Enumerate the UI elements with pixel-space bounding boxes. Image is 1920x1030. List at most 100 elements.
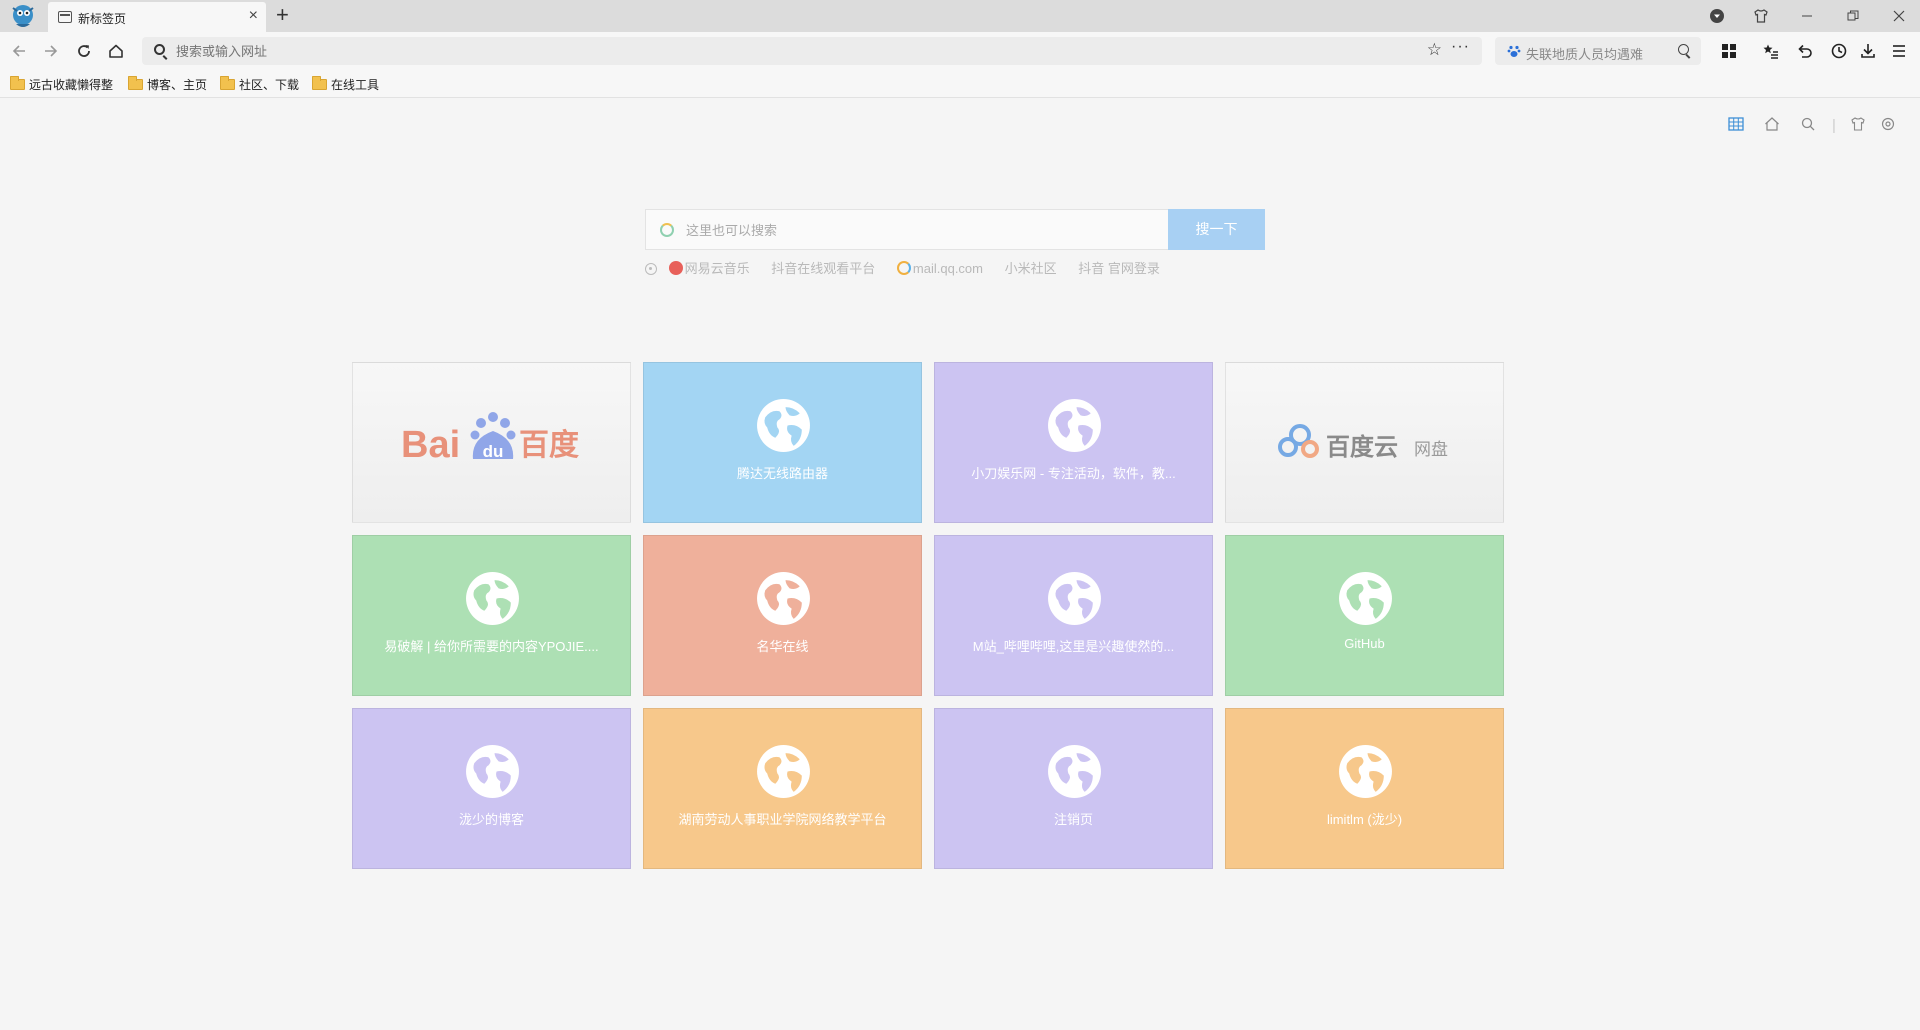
globe-icon	[757, 399, 810, 452]
hot-link[interactable]: 网易云音乐	[668, 261, 750, 276]
address-bar[interactable]: ☆ ···	[142, 37, 1482, 65]
bookmark-folder[interactable]: 社区、下载	[220, 76, 299, 94]
bookmark-folder[interactable]: 在线工具	[312, 76, 379, 94]
new-tab-button[interactable]: +	[276, 3, 289, 27]
apps-grid-icon[interactable]	[1716, 38, 1742, 64]
globe-icon	[466, 745, 519, 798]
speed-dial-tile[interactable]: 湖南劳动人事职业学院网络教学平台	[643, 708, 922, 869]
globe-icon	[466, 572, 519, 625]
more-options-icon[interactable]: ···	[1451, 38, 1470, 56]
tab-title: 新标签页	[78, 12, 127, 26]
tile-label: 湖南劳动人事职业学院网络教学平台	[678, 812, 887, 827]
hot-link[interactable]: 小米社区	[1005, 261, 1057, 276]
new-tab-page-icon	[58, 11, 72, 23]
search-button[interactable]: 搜一下	[1168, 209, 1265, 250]
speed-dial-tile[interactable]: limitlm (泷少)	[1225, 708, 1504, 869]
tile-label: 小刀娱乐网 - 专注活动，软件，教...	[971, 466, 1176, 481]
bookmark-star-icon[interactable]: ☆	[1427, 40, 1442, 60]
speed-dial-tile[interactable]: 泷少的博客	[352, 708, 631, 869]
speed-dial-tile-baidu[interactable]: Bai du 百度	[352, 362, 631, 523]
bookmark-folder-label: 社区、下载	[239, 78, 300, 92]
baiduyun-logo-cn: 百度云	[1326, 433, 1398, 461]
search-icon[interactable]	[1678, 44, 1689, 55]
speed-dial-tile[interactable]: 名华在线	[643, 535, 922, 696]
speed-dial-tile-baiduyun[interactable]: 百度云 网盘	[1225, 362, 1504, 523]
close-window-icon[interactable]	[1884, 4, 1914, 28]
search-engine-suggestion: 失联地质人员均遇难	[1526, 47, 1644, 62]
download-icon[interactable]	[1855, 38, 1881, 64]
speed-dial-tile[interactable]: 小刀娱乐网 - 专注活动，软件，教...	[934, 362, 1213, 523]
tab-strip: 新标签页 × +	[0, 0, 1920, 32]
reload-icon[interactable]	[71, 38, 97, 64]
netease-music-icon	[668, 261, 683, 275]
tab-close-button[interactable]: ×	[249, 8, 258, 24]
search-icon	[154, 44, 165, 55]
address-input[interactable]	[176, 41, 1376, 61]
page-search-input[interactable]	[686, 220, 1146, 240]
speed-dial-tile[interactable]: GitHub	[1225, 535, 1504, 696]
hot-link-label: mail.qq.com	[912, 261, 983, 276]
globe-icon	[1048, 572, 1101, 625]
home-icon[interactable]	[103, 38, 129, 64]
app-logo-icon[interactable]	[8, 2, 38, 30]
home-icon[interactable]	[1764, 116, 1780, 136]
page-search-field[interactable]	[645, 209, 1168, 250]
tile-label: 泷少的博客	[458, 812, 524, 827]
tile-label: 腾达无线路由器	[736, 466, 828, 481]
baidu-logo-icon: Bai du 百度	[401, 412, 579, 466]
menu-dropdown-icon[interactable]	[1702, 4, 1732, 28]
hot-links: 网易云音乐 抖音在线观看平台 mail.qq.com 小米社区 抖音 官网登录	[645, 258, 1178, 276]
address-toolbar: ☆ ··· 失联地质人员均遇难	[0, 32, 1920, 70]
bookmark-folder[interactable]: 远古收藏懒得整	[10, 76, 116, 94]
tile-label: 易破解 | 给你所需要的内容YPOJIE....	[384, 639, 599, 654]
globe-icon	[1339, 745, 1392, 798]
tile-label: M站_哔哩哔哩,这里是兴趣使然的...	[972, 639, 1175, 654]
hot-links-icon	[645, 263, 657, 275]
settings-gear-icon[interactable]	[1880, 116, 1896, 136]
skin-shirt-icon[interactable]	[1850, 116, 1866, 136]
history-clock-icon[interactable]	[1826, 38, 1852, 64]
speed-dial-tile[interactable]: 注销页	[934, 708, 1213, 869]
folder-icon	[128, 76, 143, 90]
hot-link-label: 网易云音乐	[684, 261, 750, 276]
baidu-logo-du: du	[483, 442, 504, 461]
tile-label: 注销页	[1053, 812, 1093, 827]
bookmark-folder[interactable]: 博客、主页	[128, 76, 207, 94]
baiduyun-logo-sub: 网盘	[1414, 440, 1448, 460]
speed-dial-tile[interactable]: M站_哔哩哔哩,这里是兴趣使然的...	[934, 535, 1213, 696]
main-menu-icon[interactable]	[1886, 38, 1912, 64]
hot-link[interactable]: 抖音在线观看平台	[771, 261, 875, 276]
grid-view-icon[interactable]	[1728, 116, 1744, 136]
bookmarks-bar: 远古收藏懒得整 博客、主页 社区、下载 在线工具	[0, 70, 1920, 98]
speed-dial-tile[interactable]: 腾达无线路由器	[643, 362, 922, 523]
folder-icon	[220, 76, 235, 90]
globe-icon	[1048, 745, 1101, 798]
tile-label: 名华在线	[756, 639, 809, 654]
bookmark-folder-label: 在线工具	[331, 78, 380, 92]
search-icon[interactable]	[1800, 116, 1816, 136]
folder-icon	[10, 76, 25, 90]
qq-mail-icon	[896, 261, 911, 275]
tab-new-tab[interactable]: 新标签页 ×	[48, 2, 266, 32]
forward-icon[interactable]	[38, 38, 64, 64]
speed-dial-tile[interactable]: 易破解 | 给你所需要的内容YPOJIE....	[352, 535, 631, 696]
bookmark-folder-label: 远古收藏懒得整	[29, 78, 114, 92]
skin-shirt-icon[interactable]	[1746, 4, 1776, 28]
hot-link[interactable]: mail.qq.com	[896, 261, 983, 276]
folder-icon	[312, 76, 327, 90]
baiduyun-logo-icon: 百度云 网盘	[1278, 424, 1448, 461]
restore-icon[interactable]	[1838, 4, 1868, 28]
baidu-logo-cn: 百度	[519, 428, 579, 463]
favorites-list-icon[interactable]	[1758, 38, 1784, 64]
undo-close-icon[interactable]	[1792, 38, 1818, 64]
baidu-logo-text: Bai	[401, 424, 460, 466]
hot-link[interactable]: 抖音 官网登录	[1078, 261, 1160, 276]
back-icon[interactable]	[6, 38, 32, 64]
globe-icon	[1339, 572, 1392, 625]
page-search-box: 搜一下	[645, 209, 1265, 250]
globe-icon	[757, 745, 810, 798]
tile-label: GitHub	[1344, 636, 1385, 651]
search-engine-box[interactable]: 失联地质人员均遇难	[1495, 37, 1701, 65]
search-engine-icon	[660, 223, 674, 237]
minimize-icon[interactable]	[1792, 4, 1822, 28]
